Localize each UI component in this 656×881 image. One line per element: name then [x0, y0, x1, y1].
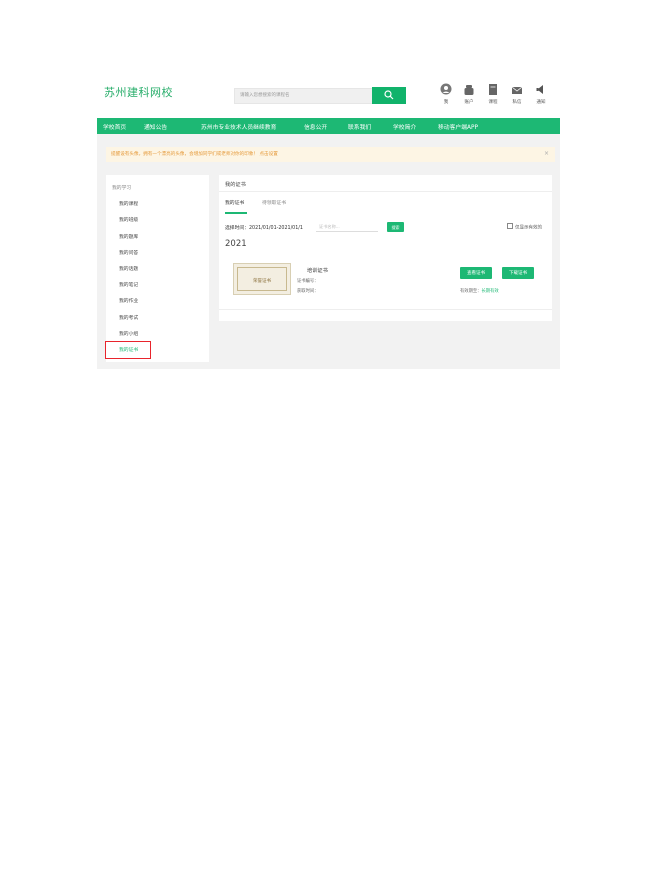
course-menu[interactable]: 课程	[483, 83, 503, 105]
search-input[interactable]: 请输入您想搜索的课程名	[234, 88, 373, 104]
account-menu[interactable]: 账户	[459, 83, 479, 105]
account-icon	[464, 85, 474, 95]
notify-label: 通知	[536, 100, 546, 105]
sidebar-item-homework[interactable]: 我的作业	[119, 297, 138, 304]
nav-item-about[interactable]: 学校简介	[393, 122, 416, 131]
certificate-issue-time: 获取时间：	[297, 289, 319, 294]
close-icon[interactable]: ×	[544, 150, 549, 157]
certificate-number: 证书编号：	[297, 278, 318, 284]
view-certificate-button[interactable]: 查看证书	[460, 267, 492, 279]
checkbox-icon	[507, 223, 513, 229]
certificate-number-label: 证书编号：	[297, 279, 319, 284]
sidebar-item-courses[interactable]: 我的课程	[119, 200, 138, 207]
filter-search-button[interactable]: 搜索	[387, 222, 404, 232]
sidebar-item-groups[interactable]: 我的小组	[119, 330, 138, 337]
thumbnail-frame: 荣誉证书	[237, 267, 287, 291]
site-logo[interactable]: 苏州建科网校	[104, 84, 173, 100]
filter-search-label: 搜索	[391, 224, 400, 230]
nav-item-home[interactable]: 学校首页	[103, 122, 126, 131]
mail-label: 私信	[512, 100, 522, 105]
sidebar-item-question-bank[interactable]: 我的题库	[119, 233, 138, 240]
nav-item-info-public[interactable]: 信息公开	[304, 122, 327, 131]
sidebar-item-classes[interactable]: 我的班级	[119, 216, 138, 223]
red-highlight-box	[105, 341, 151, 359]
sidebar-item-topics[interactable]: 我的话题	[119, 265, 138, 272]
download-certificate-button[interactable]: 下载证书	[502, 267, 534, 279]
certificate-name: 培训证书	[307, 268, 328, 274]
notify-menu[interactable]: 通知	[531, 83, 551, 105]
certificate-thumbnail[interactable]: 荣誉证书	[233, 263, 291, 295]
validity-value: 长期有效	[481, 289, 499, 294]
search-placeholder: 请输入您想搜索的课程名	[240, 93, 290, 98]
title-divider	[219, 191, 552, 192]
mail-icon	[511, 86, 523, 94]
certificate-panel: 我的证书 我的证书 待领取证书 选择时间：2021/01/01-2021/01/…	[219, 175, 552, 321]
year-heading: 2021	[225, 239, 247, 249]
sidebar-item-exams[interactable]: 我的考试	[119, 314, 138, 321]
only-valid-checkbox[interactable]: 仅显示有效的	[507, 223, 542, 231]
course-label: 课程	[488, 100, 498, 105]
tab-pending-certificates[interactable]: 待领取证书	[262, 199, 286, 206]
active-tab-underline	[225, 212, 247, 214]
list-divider	[219, 309, 552, 310]
view-certificate-label: 查看证书	[467, 271, 485, 277]
validity-label: 有效期至：	[460, 289, 482, 294]
sidebar-item-qa[interactable]: 我的问答	[119, 249, 138, 256]
user-menu[interactable]: 我	[436, 83, 456, 105]
page-title: 我的证书	[225, 182, 246, 188]
thumbnail-title: 荣誉证书	[253, 279, 271, 284]
search-icon	[384, 90, 394, 100]
screenshot-frame: 苏州建科网校 请输入您想搜索的课程名 我 账户 课程 私信 通知 学校首页 通知…	[97, 74, 560, 369]
nav-item-mobile-app[interactable]: 移动客户端APP	[438, 122, 478, 131]
nav-item-continuing-education[interactable]: 苏州市专业技术人员继续教育	[201, 122, 276, 131]
sidebar-item-notes[interactable]: 我的笔记	[119, 281, 138, 288]
site-header: 苏州建科网校 请输入您想搜索的课程名 我 账户 课程 私信 通知	[97, 74, 560, 118]
validity-info: 有效期至：长期有效	[460, 288, 499, 294]
certificate-name-input[interactable]: 证书名称...	[316, 222, 378, 232]
search-button[interactable]	[372, 87, 406, 104]
sidebar-title: 我的学习	[112, 186, 132, 191]
certificate-name-placeholder: 证书名称...	[319, 224, 340, 229]
tab-my-certificates[interactable]: 我的证书	[225, 199, 244, 206]
mail-menu[interactable]: 私信	[507, 83, 527, 105]
user-label: 我	[443, 100, 449, 105]
nav-item-contact[interactable]: 联系我们	[348, 122, 371, 131]
only-valid-label: 仅显示有效的	[515, 225, 542, 231]
learning-sidebar: 我的学习 我的课程 我的班级 我的题库 我的问答 我的话题 我的笔记 我的作业 …	[106, 175, 209, 362]
main-nav: 学校首页 通知公告 苏州市专业技术人员继续教育 信息公开 联系我们 学校简介 移…	[97, 118, 560, 134]
download-certificate-label: 下载证书	[509, 271, 527, 277]
user-icon	[440, 83, 452, 95]
course-icon	[489, 84, 497, 95]
notify-icon	[536, 85, 543, 94]
date-range-filter[interactable]: 选择时间：2021/01/01-2021/01/1	[225, 224, 303, 231]
avatar-notice-bar: 提醒设有头像，拥有一个漂亮的头像，会增加同学们或老师对你的印象！ 点击设置 ×	[106, 147, 555, 162]
account-label: 账户	[464, 100, 474, 105]
notice-text[interactable]: 提醒设有头像，拥有一个漂亮的头像，会增加同学们或老师对你的印象！ 点击设置	[111, 151, 278, 157]
nav-item-notices[interactable]: 通知公告	[144, 122, 167, 131]
